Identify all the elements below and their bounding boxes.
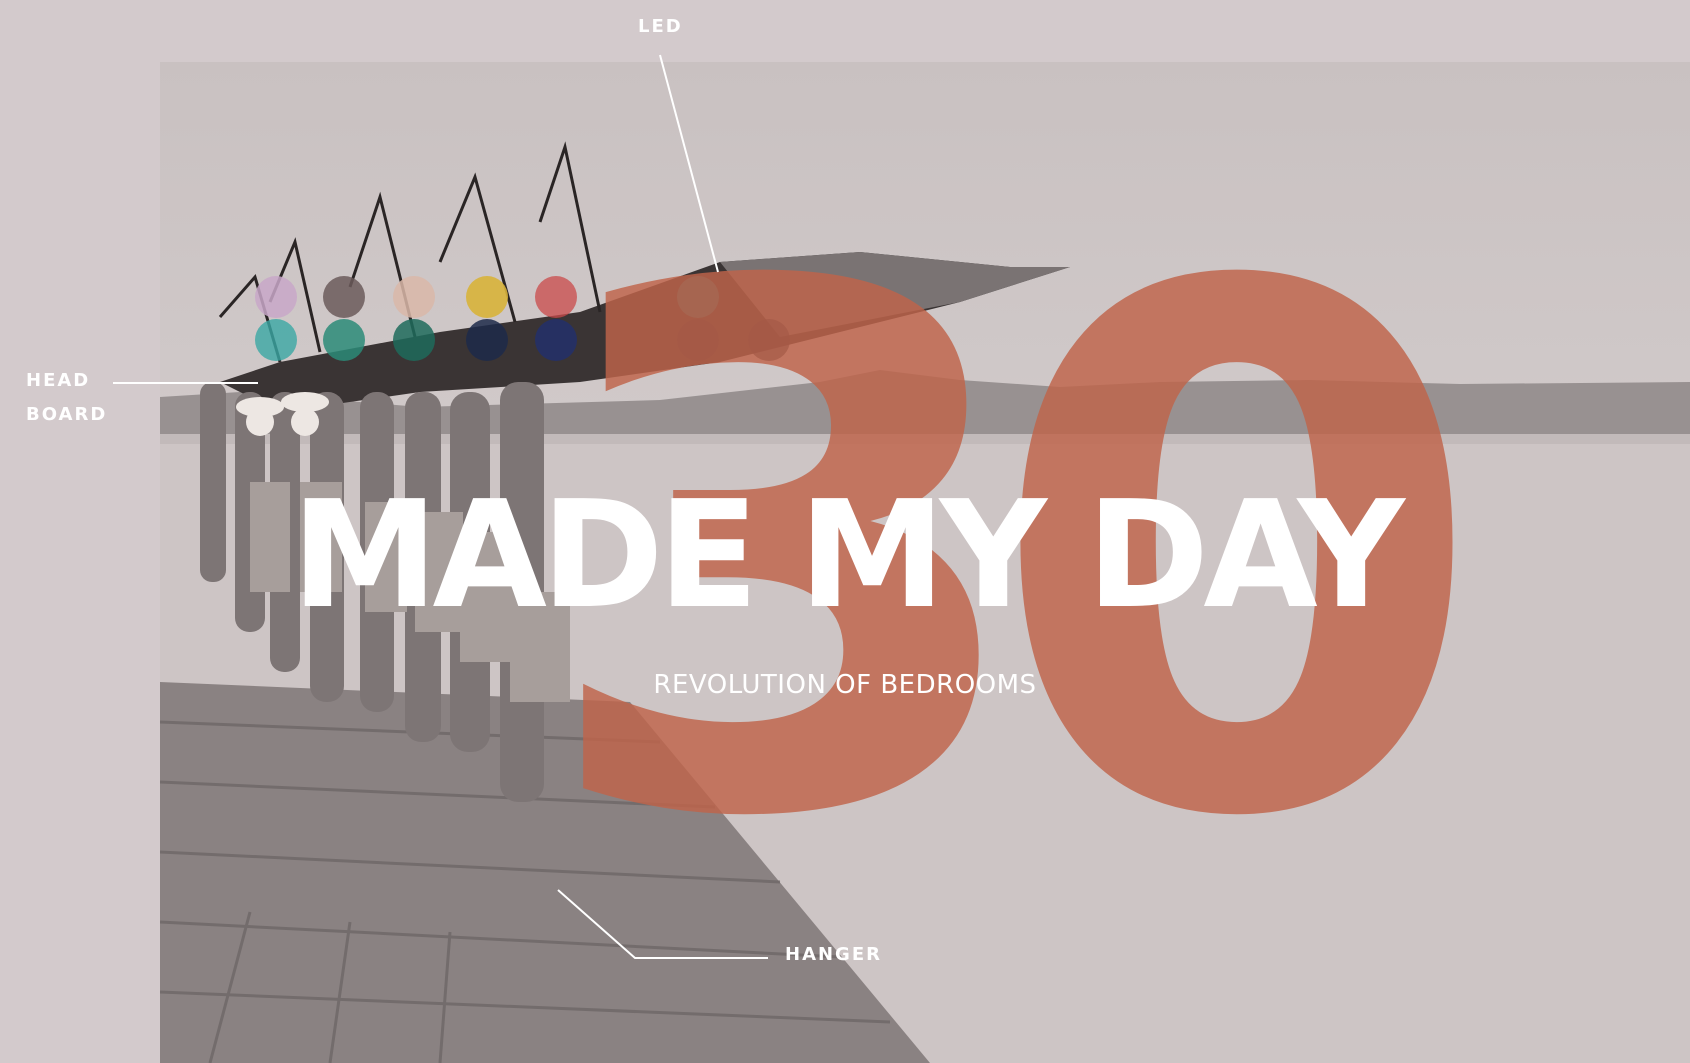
- hero-title: MADE MY DAY: [291, 469, 1405, 641]
- led-dot: [466, 319, 508, 361]
- led-dot: [255, 276, 297, 318]
- hanger-label: HANGER: [785, 944, 882, 965]
- led-label: LED: [638, 16, 683, 37]
- board-label: BOARD: [26, 404, 108, 425]
- led-dot: [466, 276, 508, 318]
- led-dot: [255, 319, 297, 361]
- hero-subtitle: REVOLUTION OF BEDROOMS: [653, 670, 1037, 700]
- led-dot: [393, 276, 435, 318]
- led-dot: [323, 319, 365, 361]
- led-dot: [323, 276, 365, 318]
- head-label: HEAD: [26, 370, 91, 391]
- led-dot: [393, 319, 435, 361]
